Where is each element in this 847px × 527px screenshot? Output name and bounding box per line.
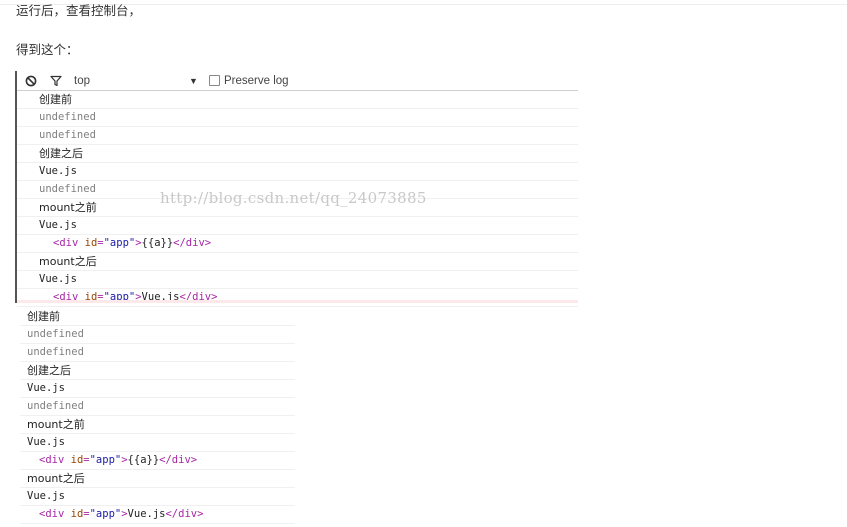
log-message: undefined [17,127,578,145]
html-content: Vue.js [127,508,166,520]
article-paragraph-result: 得到这个： [16,42,79,57]
html-end-tag: </div> [173,237,212,249]
log-message: mount之前 [20,416,295,434]
log-message: undefined [17,109,578,127]
log-message: Vue.js [20,434,295,452]
log-message: <div id="app">{{a}}</div> [20,452,295,470]
log-message: undefined [20,398,295,416]
html-end-tag: </div> [159,454,198,466]
filter-icon[interactable] [50,71,64,90]
clear-console-icon[interactable] [25,71,39,90]
checkbox-box[interactable] [209,75,220,86]
html-attr-name: id [70,508,84,520]
html-end-tag: </div> [165,508,204,520]
log-message: mount之后 [20,470,295,488]
html-tag-open: <div [39,454,65,466]
html-tag-open: <div [53,237,79,249]
context-selector[interactable]: top [74,71,90,90]
html-content: {{a}} [127,454,160,466]
html-content: {{a}} [141,237,174,249]
log-message: 创建前 [17,91,578,109]
html-attr-value: "app" [103,237,136,249]
html-attr-value: "app" [89,508,122,520]
devtools-console: top ▼ Preserve log 创建前 undefined undefined… [15,71,578,307]
log-message: <div id="app">{{a}}</div> [17,235,578,253]
log-message: Vue.js [17,217,578,235]
log-message: 创建之后 [20,362,295,380]
preserve-log-label: Preserve log [224,74,289,87]
log-message: mount之后 [17,253,578,271]
log-message: Vue.js [20,380,295,398]
log-message: 创建前 [20,308,295,326]
console-messages: 创建前 undefined undefined 创建之后 Vue.js undefined… [17,91,578,307]
html-attr-name: id [84,237,98,249]
log-message: 创建之后 [17,145,578,163]
html-tag-open: <div [39,508,65,520]
preserve-log-checkbox[interactable]: Preserve log [209,71,289,90]
html-attr-name: id [70,454,84,466]
console-toolbar: top ▼ Preserve log [17,71,578,91]
log-message: <div id="app">Vue.js</div> [17,289,578,307]
log-message: Vue.js [20,488,295,506]
dropdown-arrow-icon[interactable]: ▼ [189,71,198,90]
log-message: <div id="app">Vue.js</div> [20,506,295,524]
log-message: Vue.js [17,163,578,181]
console-prompt-line[interactable] [17,300,578,303]
html-attr-value: "app" [89,454,122,466]
log-message: undefined [17,181,578,199]
log-message: undefined [20,344,295,362]
second-console-output: 创建前 undefined undefined 创建之后 Vue.js undefined… [20,308,295,524]
log-message: mount之前 [17,199,578,217]
log-message: Vue.js [17,271,578,289]
article-paragraph-run: 运行后，查看控制台， [16,3,142,18]
log-message: undefined [20,326,295,344]
